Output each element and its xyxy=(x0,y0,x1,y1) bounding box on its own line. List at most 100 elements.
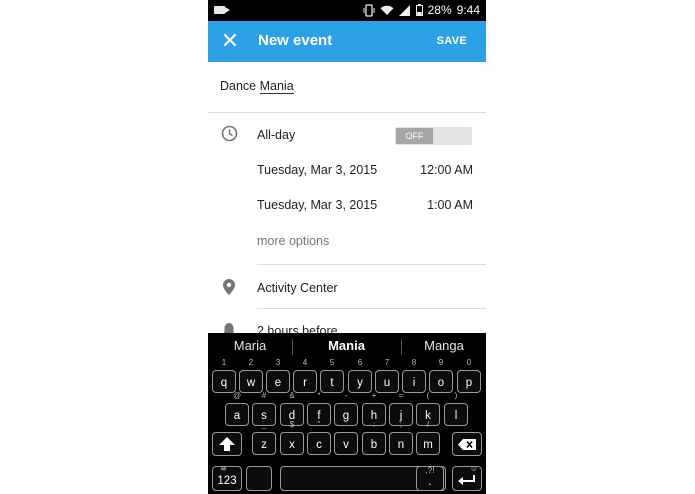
numbers-key[interactable]: ≋ 123 xyxy=(212,464,242,491)
title-text: Dance xyxy=(220,79,260,93)
key-hint: : xyxy=(372,420,376,429)
key-hint: - xyxy=(344,391,348,400)
key-q[interactable]: 1q xyxy=(212,358,236,393)
allday-label: All-day xyxy=(257,128,296,142)
swype-icon: ≋ xyxy=(220,464,227,473)
divider xyxy=(257,264,486,265)
key-hint: 7 xyxy=(384,358,390,367)
suggestion-right[interactable]: Manga xyxy=(402,338,486,353)
location-field[interactable]: Activity Center xyxy=(257,281,338,295)
key-hint: = xyxy=(398,391,404,400)
app-bar: ✕ New event SAVE xyxy=(208,21,486,62)
clock-icon xyxy=(221,125,238,147)
key-label: y xyxy=(357,377,363,389)
mic-key[interactable] xyxy=(246,466,272,491)
toggle-state: OFF xyxy=(396,128,433,144)
key-c[interactable]: " c xyxy=(307,420,331,455)
key-hint: / xyxy=(426,420,430,429)
key-hint: 2 xyxy=(248,358,254,367)
key-hint: ) xyxy=(454,391,458,400)
close-icon: ✕ xyxy=(220,28,240,53)
close-button[interactable]: ✕ xyxy=(218,29,242,53)
soft-keyboard: Maria Mania Manga 1q 2w 3e 4r 5t 6y 7u 8… xyxy=(208,333,486,494)
key-hint: ' xyxy=(345,420,347,429)
start-date[interactable]: Tuesday, Mar 3, 2015 xyxy=(257,163,377,177)
key-label: t xyxy=(330,377,334,389)
end-date[interactable]: Tuesday, Mar 3, 2015 xyxy=(257,198,377,212)
key-hint: ( xyxy=(426,391,430,400)
end-time[interactable]: 1:00 AM xyxy=(427,198,473,212)
wifi-icon xyxy=(380,5,394,16)
punctuation-label: . xyxy=(428,476,432,488)
key-hint: 4 xyxy=(302,358,308,367)
battery-percent: 28% xyxy=(427,3,452,17)
key-hint: # xyxy=(261,391,267,400)
clock-time: 9:44 xyxy=(456,3,480,17)
key-y[interactable]: 6y xyxy=(348,358,372,393)
suggestion-center[interactable]: Mania xyxy=(293,338,400,353)
divider xyxy=(257,308,486,309)
shift-icon xyxy=(219,437,235,454)
key-label: l xyxy=(454,410,458,422)
key-hint: * xyxy=(317,391,321,400)
key-label: i xyxy=(412,377,416,389)
enter-icon xyxy=(458,475,476,489)
allday-toggle[interactable]: OFF xyxy=(395,127,472,145)
key-v[interactable]: ' v xyxy=(334,420,358,455)
key-hint: @ xyxy=(232,391,242,400)
key-w[interactable]: 2w xyxy=(239,358,263,393)
shift-key[interactable] xyxy=(212,432,242,456)
numbers-label: 123 xyxy=(217,475,237,487)
key-hint: + xyxy=(371,391,377,400)
key-m[interactable]: / m xyxy=(416,420,440,455)
key-b[interactable]: :b xyxy=(362,420,386,455)
title-composing-text: Mania xyxy=(259,79,294,94)
key-hint: & xyxy=(289,391,295,400)
key-a[interactable]: @ a xyxy=(225,391,249,426)
start-time[interactable]: 12:00 AM xyxy=(420,163,473,177)
key-hint: 1 xyxy=(221,358,227,367)
key-label: x xyxy=(289,439,295,451)
key-t[interactable]: 5t xyxy=(320,358,344,393)
backspace-icon xyxy=(458,439,476,453)
key-p[interactable]: 0p xyxy=(457,358,481,393)
key-label: q xyxy=(220,377,228,389)
key-e[interactable]: 3e xyxy=(266,358,290,393)
key-l[interactable]: ) l xyxy=(444,391,468,426)
punctuation-key[interactable]: ,?! . xyxy=(416,466,444,491)
event-title-input[interactable]: Dance Mania xyxy=(220,79,294,94)
key-hint: 6 xyxy=(357,358,363,367)
status-bar: 28% 9:44 xyxy=(208,0,486,21)
key-label: p xyxy=(465,377,473,389)
smiley-icon: ☺ xyxy=(469,464,478,473)
key-label: b xyxy=(370,439,378,451)
key-n[interactable]: ; n xyxy=(389,420,413,455)
key-label: w xyxy=(246,377,256,389)
key-hint: 3 xyxy=(275,358,281,367)
key-u[interactable]: 7u xyxy=(375,358,399,393)
save-button[interactable]: SAVE xyxy=(437,35,467,47)
phone-screen: 28% 9:44 ✕ New event SAVE Dance Mania Al… xyxy=(208,0,486,494)
key-hint: _ xyxy=(261,420,267,429)
key-r[interactable]: 4r xyxy=(293,358,317,393)
key-label: a xyxy=(233,410,241,422)
key-label: v xyxy=(343,439,349,451)
key-label: c xyxy=(316,439,322,451)
key-x[interactable]: $ x xyxy=(280,420,304,455)
key-z[interactable]: _ z xyxy=(252,420,276,455)
backspace-key[interactable] xyxy=(452,432,482,456)
video-camera-icon xyxy=(214,6,230,14)
page-title: New event xyxy=(258,32,333,49)
key-label: n xyxy=(397,439,405,451)
key-label: e xyxy=(274,377,282,389)
divider xyxy=(208,112,486,113)
key-hint: 5 xyxy=(329,358,335,367)
more-options-link[interactable]: more options xyxy=(257,234,329,248)
key-hint: ; xyxy=(399,420,403,429)
enter-key[interactable]: ☺ xyxy=(452,464,482,491)
key-o[interactable]: 9o xyxy=(429,358,453,393)
key-label: z xyxy=(261,439,267,451)
key-hint: 8 xyxy=(411,358,417,367)
key-i[interactable]: 8i xyxy=(402,358,426,393)
suggestion-left[interactable]: Maria xyxy=(208,338,292,353)
